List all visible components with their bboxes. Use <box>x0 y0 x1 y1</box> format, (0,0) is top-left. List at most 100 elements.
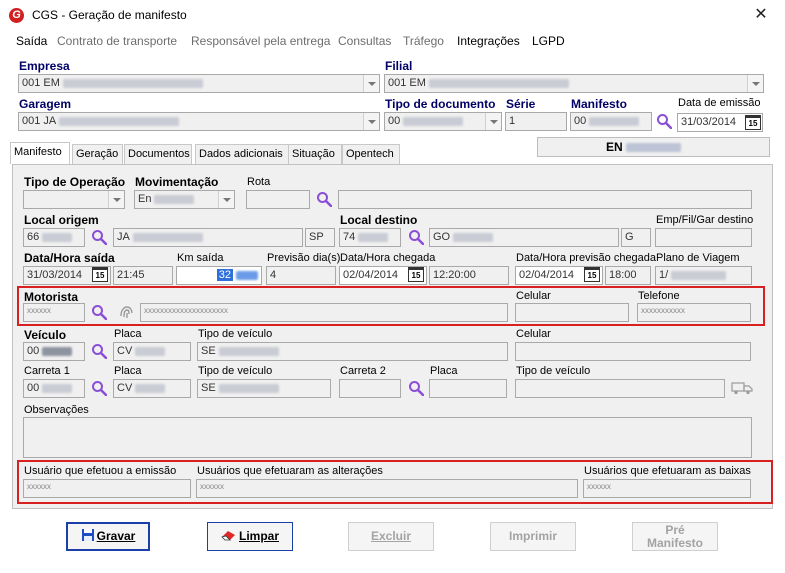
tab-manifesto[interactable]: Manifesto <box>10 142 70 164</box>
menu-saida[interactable]: Saída <box>16 34 47 48</box>
motorista-name-input[interactable]: xxxxxxxxxxxxxxxxxxxxx <box>140 303 508 322</box>
motorista-telefone-value: xxxxxxxxxxx <box>641 306 685 315</box>
menu-responsavel-entrega[interactable]: Responsável pela entrega <box>191 34 330 48</box>
menu-contrato-transporte[interactable]: Contrato de transporte <box>57 34 177 48</box>
usuarios-baixas-input[interactable]: xxxxxx <box>583 479 751 498</box>
motorista-code-input[interactable]: xxxxxx <box>23 303 85 322</box>
menu-consultas[interactable]: Consultas <box>338 34 391 48</box>
observacoes-textarea[interactable] <box>23 417 752 458</box>
carreta1-placa-input[interactable]: CV <box>113 379 191 398</box>
chevron-down-icon[interactable] <box>747 75 763 92</box>
veiculo-code-input[interactable]: 00 <box>23 342 85 361</box>
motorista-telefone-input[interactable]: xxxxxxxxxxx <box>637 303 751 322</box>
emp-fil-gar-input[interactable] <box>655 228 752 247</box>
plano-viagem-input[interactable]: 1/ <box>655 266 752 285</box>
veiculo-placa-value: CV <box>117 345 133 357</box>
chevron-down-icon[interactable] <box>363 113 379 130</box>
local-origem-code[interactable]: 66 <box>23 228 85 247</box>
data-hora-saida-label: Data/Hora saída <box>24 251 115 265</box>
local-origem-name[interactable]: JA <box>113 228 303 247</box>
local-destino-name[interactable]: GO <box>429 228 619 247</box>
garagem-select[interactable]: 001 JA <box>18 112 380 131</box>
local-origem-name-value: JA <box>117 231 130 243</box>
empresa-select[interactable]: 001 EM <box>18 74 380 93</box>
tab-geracao[interactable]: Geração <box>72 144 123 164</box>
search-icon[interactable] <box>656 113 672 129</box>
carreta1-tipo-input[interactable]: SE <box>197 379 331 398</box>
filial-select[interactable]: 001 EM <box>384 74 764 93</box>
carreta1-code-input[interactable]: 00 <box>23 379 85 398</box>
data-emissao-label: Data de emissão <box>678 97 761 109</box>
motorista-celular-input[interactable] <box>515 303 629 322</box>
serie-input[interactable]: 1 <box>505 112 567 131</box>
carreta2-code-input[interactable] <box>339 379 401 398</box>
veiculo-celular-input[interactable] <box>515 342 751 361</box>
local-origem-uf[interactable]: SP <box>305 228 335 247</box>
previsao-dias-input[interactable]: 4 <box>266 266 336 285</box>
hora-prev-chegada-input[interactable]: 18:00 <box>605 266 651 285</box>
calendar-icon[interactable]: 15 <box>745 115 761 130</box>
chevron-down-icon[interactable] <box>485 113 501 130</box>
hora-chegada-value: 12:20:00 <box>433 269 476 281</box>
tipo-operacao-select[interactable] <box>23 190 125 209</box>
menu-lgpd[interactable]: LGPD <box>532 34 565 48</box>
carreta2-placa-input[interactable] <box>429 379 507 398</box>
calendar-icon[interactable]: 15 <box>92 267 108 282</box>
tipo-documento-select[interactable]: 00 <box>384 112 502 131</box>
km-saida-input[interactable]: 32 <box>176 266 262 285</box>
pre-manifesto-button[interactable]: Pré Manifesto <box>632 522 718 551</box>
search-icon[interactable] <box>91 380 107 396</box>
rota-name-input[interactable] <box>338 190 752 209</box>
veiculo-label: Veículo <box>24 328 67 342</box>
calendar-icon[interactable]: 15 <box>584 267 600 282</box>
movimentacao-value: En <box>138 193 152 205</box>
calendar-icon[interactable]: 15 <box>408 267 424 282</box>
local-destino-uf[interactable]: G <box>621 228 651 247</box>
hora-chegada-input[interactable]: 12:20:00 <box>429 266 509 285</box>
tab-documentos[interactable]: Documentos <box>124 144 192 164</box>
gravar-button[interactable]: Gravar <box>66 522 150 551</box>
search-icon[interactable] <box>316 191 332 207</box>
excluir-button[interactable]: Excluir <box>348 522 434 551</box>
close-icon[interactable]: ✕ <box>752 6 770 24</box>
data-prev-chegada-value: 02/04/2014 <box>519 269 575 281</box>
search-icon[interactable] <box>91 304 107 320</box>
tab-opentech[interactable]: Opentech <box>342 144 400 164</box>
limpar-button[interactable]: Limpar <box>207 522 293 551</box>
usuario-emissao-input[interactable]: xxxxxx <box>23 479 191 498</box>
veiculo-tipo-input[interactable]: SE <box>197 342 508 361</box>
local-origem-uf-value: SP <box>309 231 324 243</box>
data-saida-value: 31/03/2014 <box>27 269 83 281</box>
veiculo-placa-input[interactable]: CV <box>113 342 191 361</box>
carreta1-placa-label: Placa <box>114 365 142 377</box>
hora-saida-input[interactable]: 21:45 <box>113 266 173 285</box>
menu-trafego[interactable]: Tráfego <box>403 34 444 48</box>
usuario-emissao-value: xxxxxx <box>27 482 51 491</box>
tipo-operacao-label: Tipo de Operação <box>24 175 126 189</box>
carreta2-tipo-input[interactable] <box>515 379 725 398</box>
imprimir-label: Imprimir <box>508 529 557 543</box>
tab-situacao[interactable]: Situação <box>288 144 342 164</box>
truck-icon[interactable] <box>731 381 753 395</box>
rota-code-input[interactable] <box>246 190 310 209</box>
chevron-down-icon[interactable] <box>218 191 234 208</box>
local-destino-code[interactable]: 74 <box>339 228 401 247</box>
imprimir-button[interactable]: Imprimir <box>490 522 576 551</box>
window-title: CGS - Geração de manifesto <box>32 8 187 22</box>
usuario-emissao-label: Usuário que efetuou a emissão <box>24 465 177 477</box>
search-icon[interactable] <box>408 380 424 396</box>
fingerprint-icon[interactable] <box>118 304 134 320</box>
tab-dados-adicionais[interactable]: Dados adicionais <box>195 144 293 164</box>
search-icon[interactable] <box>91 229 107 245</box>
chevron-down-icon[interactable] <box>363 75 379 92</box>
movimentacao-select[interactable]: En <box>134 190 235 209</box>
motorista-celular-label: Celular <box>516 290 551 302</box>
km-saida-label: Km saída <box>177 252 224 264</box>
usuarios-alteracoes-input[interactable]: xxxxxx <box>196 479 578 498</box>
menu-integracoes[interactable]: Integrações <box>457 34 520 48</box>
search-icon[interactable] <box>408 229 424 245</box>
manifesto-input[interactable]: 00 <box>570 112 652 131</box>
usuarios-baixas-value: xxxxxx <box>587 482 611 491</box>
chevron-down-icon[interactable] <box>108 191 124 208</box>
search-icon[interactable] <box>91 343 107 359</box>
